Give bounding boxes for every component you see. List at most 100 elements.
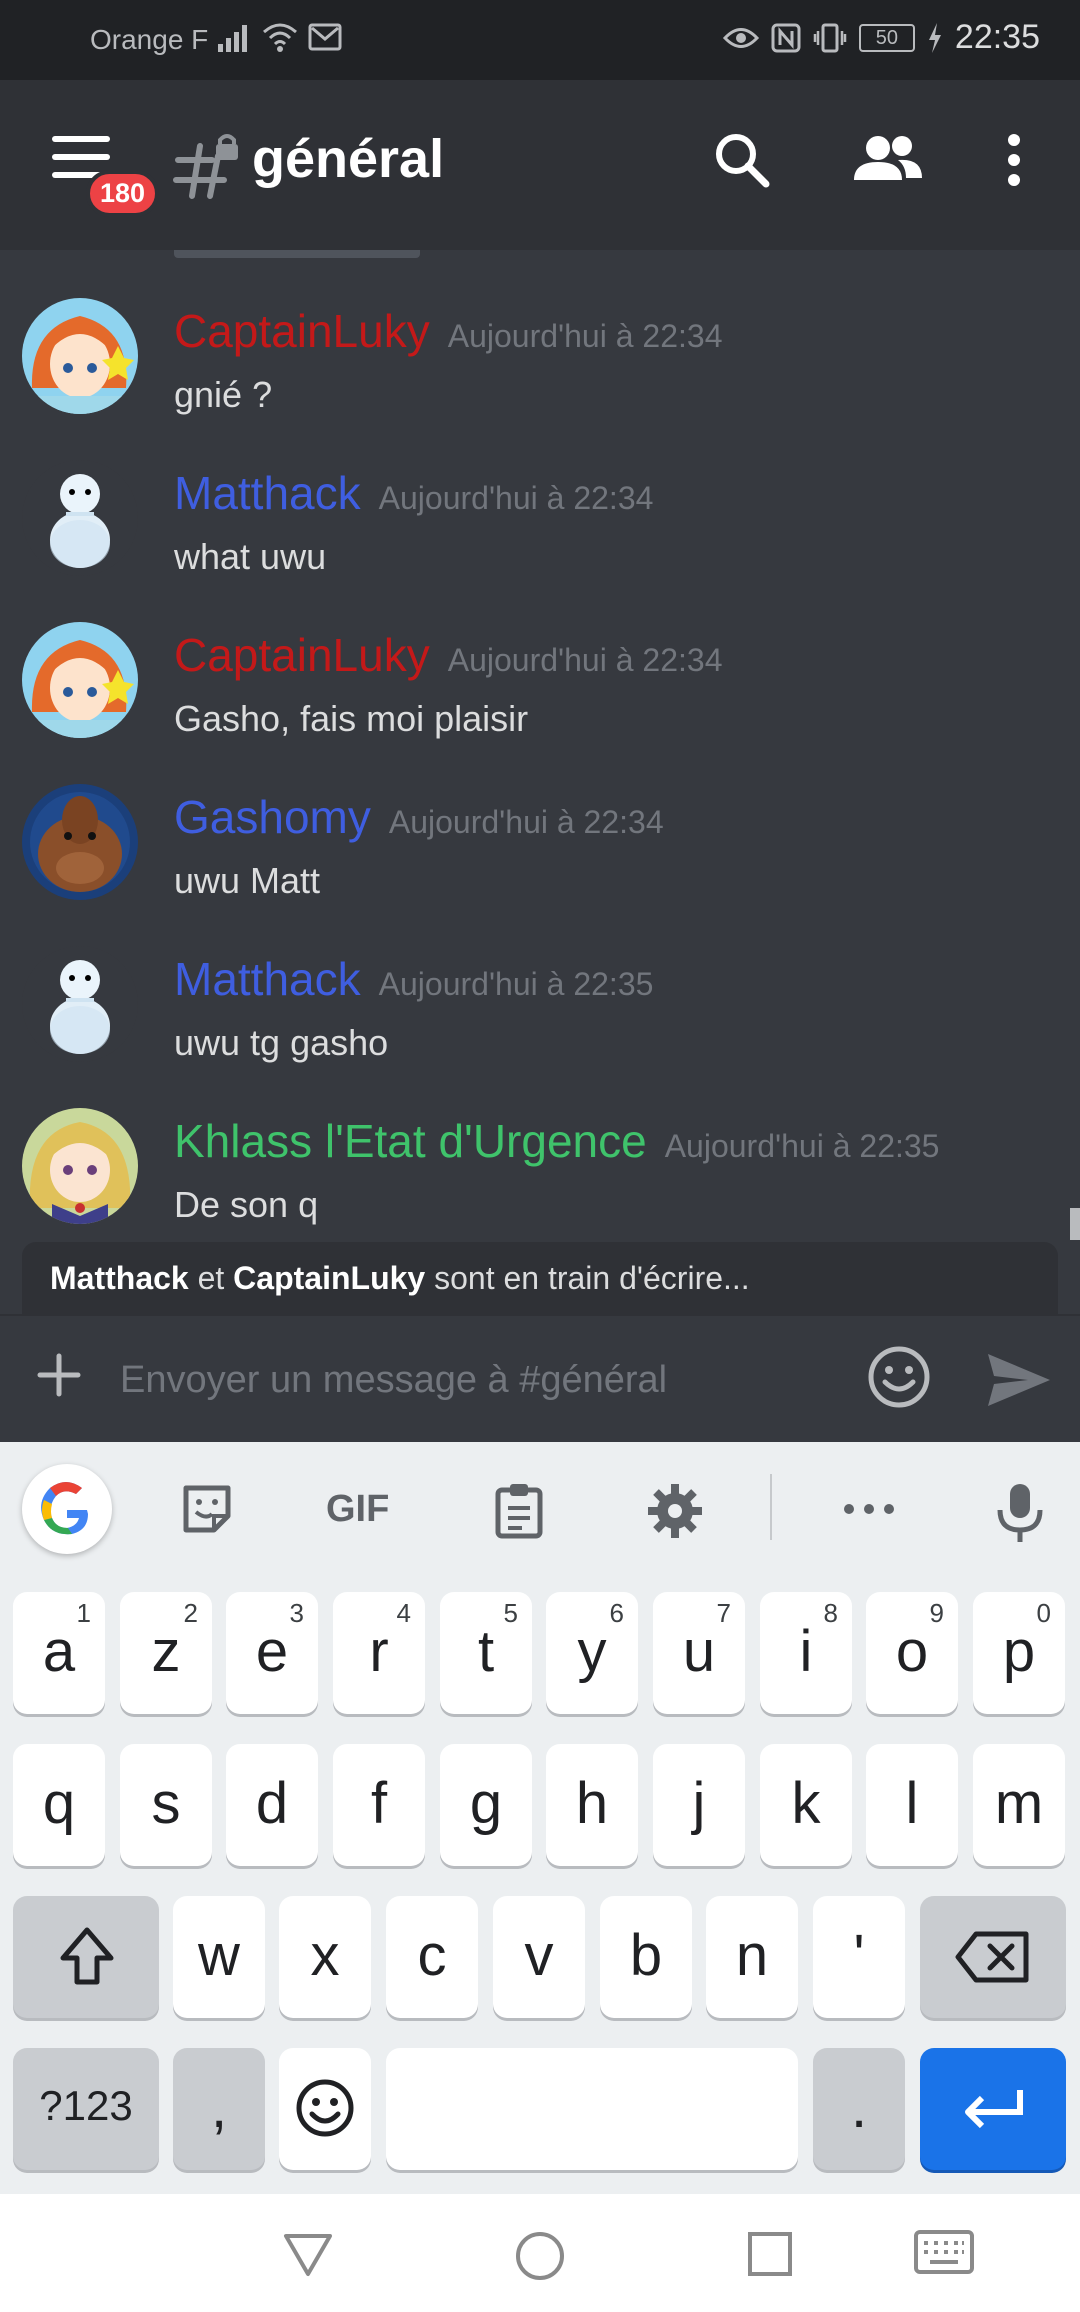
message-content: Gasho, fais moi plaisir [174,698,529,739]
typing-indicator: Matthack et CaptainLuky sont en train d'… [22,1242,1058,1314]
keyboard-switch-icon[interactable] [914,2230,974,2274]
search-icon[interactable] [712,130,772,190]
message-item[interactable]: CaptainLuky Aujourd'hui à 22:34 Gasho, fa… [0,574,1080,739]
send-icon[interactable] [984,1350,1054,1410]
typing-conjunction: et [197,1260,225,1296]
keyboard-toolbar: GIF [0,1442,1080,1572]
key-x[interactable]: x [279,1896,371,2018]
shift-icon [60,1927,114,1985]
key-t[interactable]: 5t [440,1592,532,1714]
key-i[interactable]: 8i [760,1592,852,1714]
space-key[interactable] [386,2048,798,2170]
microphone-icon[interactable] [994,1482,1046,1544]
message-composer [0,1314,1080,1442]
message-list[interactable]: CaptainLuky Aujourd'hui à 22:34 gnié ? Ma… [0,250,1080,1240]
key-f[interactable]: f [333,1744,425,1866]
message-input[interactable] [120,1338,840,1422]
typing-user: Matthack [50,1260,189,1296]
message-item[interactable]: Matthack Aujourd'hui à 22:35 uwu tg gasho [0,898,1080,1063]
key-y[interactable]: 6y [546,1592,638,1714]
more-vertical-icon[interactable] [1000,130,1028,190]
key-v[interactable]: v [493,1896,585,2018]
message-timestamp: Aujourd'hui à 22:34 [378,480,654,516]
message-author[interactable]: CaptainLuky [174,305,430,357]
key-j[interactable]: j [653,1744,745,1866]
message-item[interactable]: Khlass l'Etat d'Urgence Aujourd'hui à 22:… [0,1060,1080,1225]
recents-icon[interactable] [746,2230,794,2278]
shift-key[interactable] [13,1896,159,2018]
message-author[interactable]: Khlass l'Etat d'Urgence [174,1115,647,1167]
key-b[interactable]: b [600,1896,692,2018]
scrollbar-thumb[interactable] [1070,1208,1080,1240]
backspace-key[interactable] [920,1896,1066,2018]
hashtag-lock-icon [173,134,238,199]
walrus-avatar-icon [22,784,138,900]
message-item[interactable]: Gashomy Aujourd'hui à 22:34 uwu Matt [0,736,1080,901]
more-horizontal-icon[interactable] [840,1482,898,1536]
vibrate-icon [813,23,847,52]
key-z[interactable]: 2z [120,1592,212,1714]
message-timestamp: Aujourd'hui à 22:34 [388,804,664,840]
key-g[interactable]: g [440,1744,532,1866]
key-c[interactable]: c [386,1896,478,2018]
message-author[interactable]: Gashomy [174,791,371,843]
battery-indicator: 50 [858,23,915,52]
message-author[interactable]: Matthack [174,953,361,1005]
enter-icon [965,2090,1023,2129]
members-icon[interactable] [852,130,924,190]
home-icon[interactable] [514,2230,566,2282]
anime-avatar-icon [22,298,138,414]
message-content: uwu tg gasho [174,1022,389,1063]
typing-suffix: sont en train d'écrire... [434,1260,750,1296]
message-item[interactable]: Matthack Aujourd'hui à 22:34 what uwu [0,412,1080,577]
back-icon[interactable] [282,2230,334,2278]
emoji-key[interactable] [279,2048,371,2170]
toolbar-divider [770,1474,772,1540]
avatar[interactable] [22,1108,138,1224]
avatar[interactable] [22,298,138,414]
message-item[interactable]: CaptainLuky Aujourd'hui à 22:34 gnié ? [0,250,1080,415]
comma-key[interactable]: , [173,2048,265,2170]
keyboard: GIF 1a 2z 3e 4r 5t 6y 7u 8i 9o 0p q s d … [0,1442,1080,2194]
key-n[interactable]: n [706,1896,798,2018]
nfc-icon [771,23,801,52]
status-bar: Orange F 50 22:35 [0,0,1080,80]
gif-button[interactable]: GIF [326,1488,389,1531]
key-s[interactable]: s [120,1744,212,1866]
symbols-key[interactable]: ?123 [13,2048,159,2170]
key-u[interactable]: 7u [653,1592,745,1714]
mail-icon [308,23,342,51]
snowman-avatar-icon [22,460,138,576]
key-w[interactable]: w [173,1896,265,2018]
emoji-icon[interactable] [866,1344,932,1410]
key-d[interactable]: d [226,1744,318,1866]
key-m[interactable]: m [973,1744,1065,1866]
settings-gear-icon[interactable] [646,1482,704,1540]
avatar[interactable] [22,622,138,738]
key-q[interactable]: q [13,1744,105,1866]
avatar[interactable] [22,784,138,900]
key-p[interactable]: 0p [973,1592,1065,1714]
message-author[interactable]: CaptainLuky [174,629,430,681]
avatar[interactable] [22,460,138,576]
sticker-icon[interactable] [180,1482,234,1536]
clipboard-icon[interactable] [492,1482,546,1540]
period-key[interactable]: . [813,2048,905,2170]
google-button[interactable] [22,1464,112,1554]
signal-icon [218,25,247,52]
avatar[interactable] [22,946,138,1062]
key-k[interactable]: k [760,1744,852,1866]
key-h[interactable]: h [546,1744,638,1866]
typing-user: CaptainLuky [233,1260,426,1296]
key-l[interactable]: l [866,1744,958,1866]
key-apostrophe[interactable]: ' [813,1896,905,2018]
anime-blonde-avatar-icon [22,1108,138,1224]
key-e[interactable]: 3e [226,1592,318,1714]
key-a[interactable]: 1a [13,1592,105,1714]
enter-key[interactable] [920,2048,1066,2170]
message-author[interactable]: Matthack [174,467,361,519]
key-o[interactable]: 9o [866,1592,958,1714]
key-r[interactable]: 4r [333,1592,425,1714]
notification-badge: 180 [86,170,160,217]
add-attachment-icon[interactable] [34,1350,84,1400]
